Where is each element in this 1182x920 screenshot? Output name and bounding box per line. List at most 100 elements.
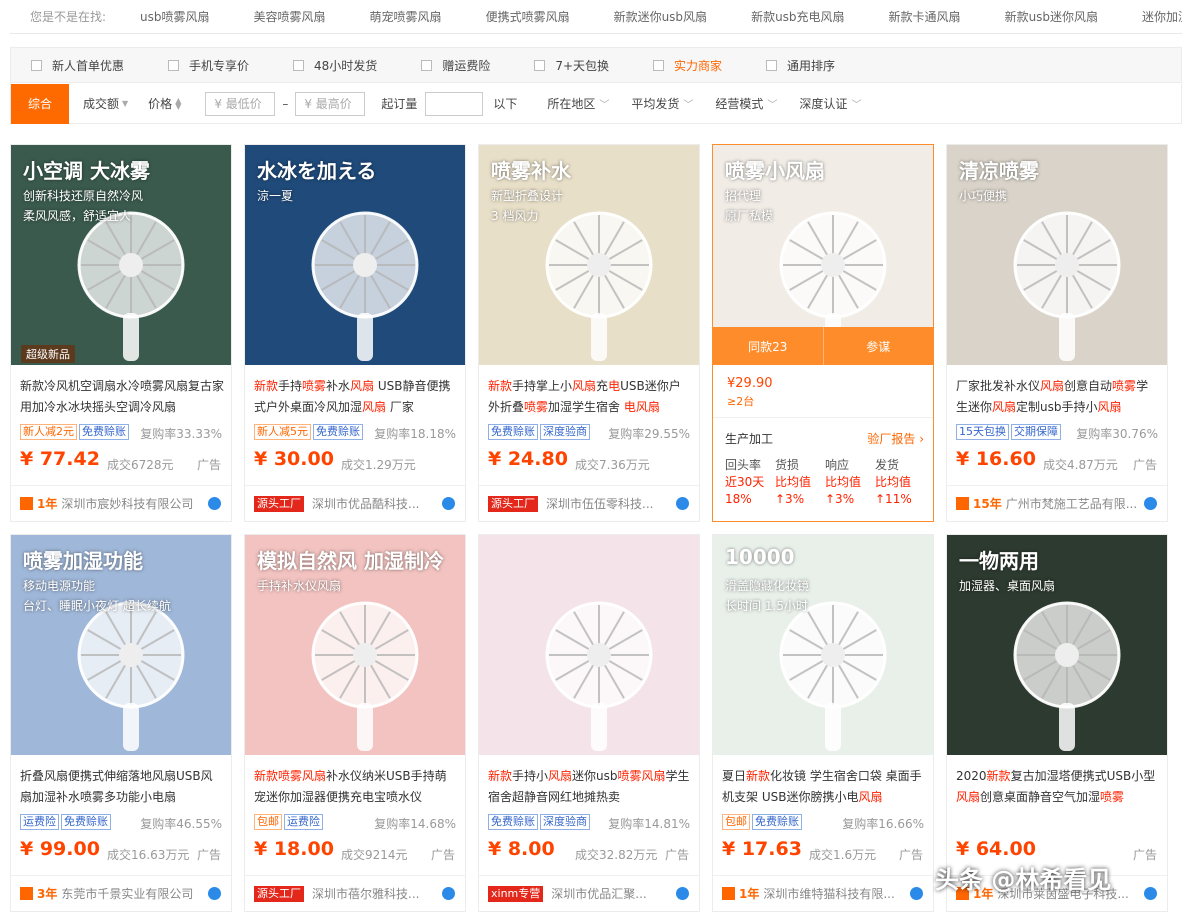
chat-icon[interactable]	[442, 887, 455, 900]
checkbox[interactable]	[653, 59, 665, 71]
filter-48h-ship[interactable]: 48小时发货	[293, 57, 377, 74]
max-price-input[interactable]: ¥ 最高价	[295, 91, 366, 116]
product-card[interactable]: 一物两用 加湿器、桌面风扇 2020新款复古加湿塔便携式USB小型风扇创意桌面静音空…	[946, 534, 1168, 912]
moq-input[interactable]	[425, 91, 484, 116]
suggestion-keyword[interactable]: 迷你加湿	[1142, 8, 1182, 25]
product-title[interactable]: 新款手持掌上小风扇充电USB迷你户外折叠喷雾加湿学生宿舍 电风扇	[488, 376, 692, 418]
product-image[interactable]	[479, 535, 699, 755]
factory-report-link[interactable]: 验厂报告 ›	[867, 430, 924, 447]
shop-name[interactable]: 深圳市蓓尔雅科技...	[312, 885, 452, 902]
shop-row[interactable]: 源头工厂 深圳市优品酷科技...	[254, 495, 458, 512]
product-title[interactable]: 夏日新款化妆镜 学生宿舍口袋 桌面手机支架 USB迷你膀携小电风扇	[722, 766, 926, 808]
chat-icon[interactable]	[676, 887, 689, 900]
shop-row[interactable]: 源头工厂 深圳市蓓尔雅科技...	[254, 885, 458, 902]
product-image[interactable]: 喷雾加湿功能 移动电源功能 台灯、睡眠小夜灯 超长续航	[11, 535, 231, 755]
dropdown-region[interactable]: 所在地区 ﹀	[547, 95, 609, 112]
suggestion-keyword[interactable]: 便携式喷雾风扇	[486, 8, 570, 25]
shop-name[interactable]: 广州市梵施工艺品有限...	[1006, 495, 1146, 512]
dropdown-deep-cert[interactable]: 深度认证 ﹀	[799, 95, 861, 112]
min-price-input[interactable]: ¥ 最低价	[205, 91, 276, 116]
service-tag: 15天包换	[956, 424, 1009, 440]
product-card[interactable]: 新款手持小风扇迷你usb喷雾风扇学生宿舍超静音网红地摊热卖 免费赊账 深度验商 复购率…	[478, 534, 700, 912]
product-image[interactable]: 水冰を加える 涼一夏	[245, 145, 465, 365]
checkbox[interactable]	[31, 59, 42, 71]
suggestion-keyword[interactable]: 美容喷雾风扇	[254, 8, 326, 25]
title-segment: 风扇	[1040, 379, 1065, 393]
suggestion-keyword[interactable]: 新款迷你usb风扇	[614, 8, 707, 25]
checkbox[interactable]	[534, 59, 546, 71]
sort-default[interactable]: 综合	[11, 83, 69, 124]
checkbox[interactable]	[168, 59, 180, 71]
product-title[interactable]: 新款喷雾风扇补水仪纳米USB手持萌宠迷你加湿器便携充电宝喷水仪	[254, 766, 458, 808]
watermark: 头条 @林希看见	[935, 866, 1112, 894]
product-card[interactable]: 喷雾加湿功能 移动电源功能 台灯、睡眠小夜灯 超长续航折叠风扇便携式伸缩落地风扇US…	[10, 534, 232, 912]
filter-mobile-price[interactable]: 手机专享价	[168, 57, 249, 74]
shop-name[interactable]: 东莞市千景实业有限公司	[61, 885, 201, 902]
product-image[interactable]: 喷雾补水 新型折叠设计 3 档风力	[479, 145, 699, 365]
chat-icon[interactable]	[208, 887, 221, 900]
image-subline: 滑盖隐藏化妆镜	[725, 579, 810, 593]
title-segment: 折叠风扇便携式伸缩落地风扇USB风扇加湿补水喷雾多功能小电扇	[20, 769, 213, 804]
suggestion-keyword[interactable]: 新款usb充电风扇	[751, 8, 844, 25]
product-card[interactable]: 喷雾小风扇 招代理 原厂私模 同款23 参谋 ¥29.90 ≥2台 生产加工 验厂报告 › 回头率…	[712, 144, 934, 522]
shop-name[interactable]: 深圳市维特猫科技有限...	[763, 885, 903, 902]
product-title[interactable]: 新款手持小风扇迷你usb喷雾风扇学生宿舍超静音网红地摊热卖	[488, 766, 692, 808]
same-style-button[interactable]: 同款23	[713, 327, 824, 365]
sort-volume[interactable]: 成交额 ▼	[83, 95, 128, 112]
title-segment: 喷雾	[524, 400, 549, 414]
product-image[interactable]: 小空调 大冰雾 创新科技还原自然冷风 柔风风感，舒适宜人	[11, 145, 231, 365]
dropdown-avg-ship[interactable]: 平均发货 ﹀	[631, 95, 693, 112]
title-segment: 迷你usb	[572, 769, 618, 783]
product-image[interactable]: 模拟自然风 加湿制冷 手持补水仪风扇	[245, 535, 465, 755]
shop-name[interactable]: 深圳市宸妙科技有限公司	[61, 495, 201, 512]
product-card[interactable]: 水冰を加える 涼一夏新款手持喷雾补水风扇 USB静音便携式户外桌面冷风加湿风扇 厂…	[244, 144, 466, 522]
product-card[interactable]: 10000 滑盖隐藏化妆镜 长时间 1.5小时夏日新款化妆镜 学生宿舍口袋 桌面手机…	[712, 534, 934, 912]
chat-icon[interactable]	[208, 497, 221, 510]
product-card[interactable]: 模拟自然风 加湿制冷 手持补水仪风扇新款喷雾风扇补水仪纳米USB手持萌宠迷你加湿器…	[244, 534, 466, 912]
image-headline: 喷雾补水	[491, 159, 571, 183]
shop-name[interactable]: 深圳市优品汇聚...	[551, 885, 691, 902]
filter-7day-exchange[interactable]: 7+天包换	[534, 57, 609, 74]
product-title[interactable]: 厂家批发补水仪风扇创意自动喷雾学生迷你风扇定制usb手持小风扇	[956, 376, 1160, 418]
filter-new-user[interactable]: 新人首单优惠	[31, 57, 124, 74]
shop-icon	[956, 497, 969, 510]
product-image[interactable]: 一物两用 加湿器、桌面风扇	[947, 535, 1167, 755]
product-card[interactable]: 小空调 大冰雾 创新科技还原自然冷风 柔风风感，舒适宜人 超级新品 新款冷风机空调扇水冷…	[10, 144, 232, 522]
suggestion-keyword[interactable]: usb喷雾风扇	[140, 8, 209, 25]
product-image[interactable]: 10000 滑盖隐藏化妆镜 长时间 1.5小时	[713, 535, 933, 755]
checkbox[interactable]	[421, 59, 433, 71]
shop-row[interactable]: xinm专营 深圳市优品汇聚...	[488, 885, 692, 902]
suggestion-keyword[interactable]: 新款usb迷你风扇	[1005, 8, 1098, 25]
shop-name[interactable]: 深圳市优品酷科技...	[312, 495, 452, 512]
filter-strong-merchant[interactable]: 实力商家	[653, 57, 722, 74]
product-title[interactable]: 折叠风扇便携式伸缩落地风扇USB风扇加湿补水喷雾多功能小电扇	[20, 766, 224, 808]
checkbox[interactable]	[766, 59, 778, 71]
product-title[interactable]: 新款冷风机空调扇水冷喷雾风扇复古家用加冷水冰块摇头空调冷风扇	[20, 376, 224, 418]
shop-row[interactable]: 15年 广州市梵施工艺品有限...	[956, 495, 1160, 512]
shop-name[interactable]: 深圳市伍伍零科技...	[546, 495, 686, 512]
shop-row[interactable]: 1年 深圳市维特猫科技有限...	[722, 885, 926, 902]
shop-row[interactable]: 3年 东莞市千景实业有限公司	[20, 885, 224, 902]
shop-row[interactable]: 源头工厂 深圳市伍伍零科技...	[488, 495, 692, 512]
suggestion-keyword[interactable]: 新款卡通风扇	[889, 8, 961, 25]
sort-price[interactable]: 价格 ▲ ▼	[148, 95, 181, 112]
title-segment: 复古加湿塔便携式USB小型	[1010, 769, 1156, 783]
suggestion-keyword[interactable]: 萌宠喷雾风扇	[370, 8, 442, 25]
product-card[interactable]: 清凉喷雾 小巧便携厂家批发补水仪风扇创意自动喷雾学生迷你风扇定制usb手持小风扇 1…	[946, 144, 1168, 522]
reference-button[interactable]: 参谋	[824, 327, 934, 365]
dropdown-business-mode[interactable]: 经营模式 ﹀	[715, 95, 777, 112]
checkbox[interactable]	[293, 59, 305, 71]
service-tag: 免费赊账	[488, 814, 538, 830]
filter-general-sort[interactable]: 通用排序	[766, 57, 835, 74]
product-card[interactable]: 喷雾补水 新型折叠设计 3 档风力新款手持掌上小风扇充电USB迷你户外折叠喷雾加湿学…	[478, 144, 700, 522]
product-title[interactable]: 2020新款复古加湿塔便携式USB小型风扇创意桌面静音空气加湿喷雾	[956, 766, 1160, 808]
product-title[interactable]: 新款手持喷雾补水风扇 USB静音便携式户外桌面冷风加湿风扇 厂家	[254, 376, 458, 418]
chat-icon[interactable]	[1144, 497, 1157, 510]
chat-icon[interactable]	[1144, 887, 1157, 900]
product-image[interactable]: 清凉喷雾 小巧便携	[947, 145, 1167, 365]
chat-icon[interactable]	[676, 497, 689, 510]
chat-icon[interactable]	[442, 497, 455, 510]
chat-icon[interactable]	[910, 887, 923, 900]
shop-row[interactable]: 1年 深圳市宸妙科技有限公司	[20, 495, 224, 512]
filter-shipping-insurance[interactable]: 赠运费险	[421, 57, 490, 74]
